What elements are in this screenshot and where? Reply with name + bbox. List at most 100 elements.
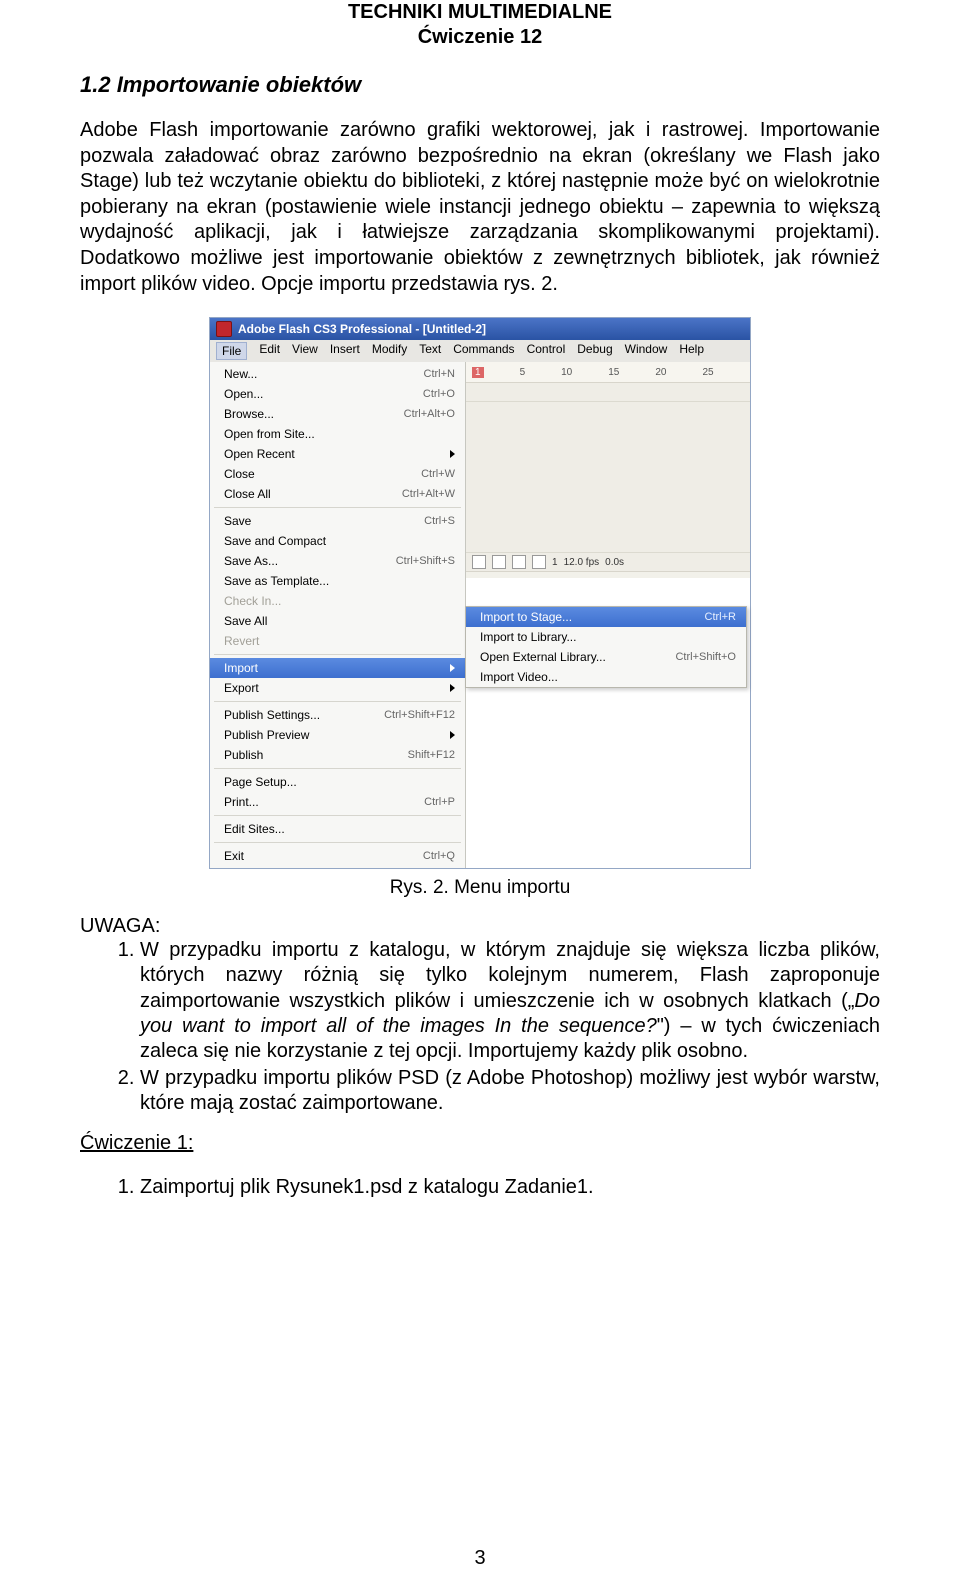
- menu-item-publish-preview[interactable]: Publish Preview: [210, 725, 465, 745]
- uwaga-item-1: W przypadku importu z katalogu, w którym…: [140, 938, 880, 1064]
- menu-item-label: New...: [224, 366, 424, 382]
- menu-debug[interactable]: Debug: [577, 342, 612, 360]
- menu-control[interactable]: Control: [527, 342, 566, 360]
- uwaga-label: UWAGA:: [80, 915, 880, 938]
- menu-item-edit-sites[interactable]: Edit Sites...: [210, 819, 465, 839]
- window-title: Adobe Flash CS3 Professional - [Untitled…: [238, 322, 486, 336]
- menu-item-print[interactable]: Print...Ctrl+P: [210, 792, 465, 812]
- fps: 12.0 fps: [564, 557, 600, 568]
- menu-item-save-as[interactable]: Save As...Ctrl+Shift+S: [210, 551, 465, 571]
- menu-item-label: Publish Settings...: [224, 707, 384, 723]
- menu-shortcut: Ctrl+P: [424, 794, 455, 810]
- submenu-item-label: Open External Library...: [480, 649, 675, 665]
- menu-item-publish-settings[interactable]: Publish Settings...Ctrl+Shift+F12: [210, 705, 465, 725]
- menu-separator: [214, 701, 461, 702]
- menu-separator: [214, 815, 461, 816]
- submenu-item-open-external-library[interactable]: Open External Library...Ctrl+Shift+O: [466, 647, 746, 667]
- paragraph-main: Adobe Flash importowanie zarówno grafiki…: [80, 118, 880, 297]
- timeline-icon: [492, 555, 506, 569]
- menu-insert[interactable]: Insert: [330, 342, 360, 360]
- menu-item-label: Revert: [224, 633, 455, 649]
- menu-shortcut: Ctrl+Alt+O: [404, 406, 455, 422]
- menu-item-label: Page Setup...: [224, 774, 455, 790]
- menu-separator: [214, 654, 461, 655]
- menu-modify[interactable]: Modify: [372, 342, 407, 360]
- submenu-item-label: Import Video...: [480, 669, 736, 685]
- menu-shortcut: Ctrl+Alt+W: [402, 486, 455, 502]
- menu-item-label: Open Recent: [224, 446, 444, 462]
- menu-item-label: Open from Site...: [224, 426, 455, 442]
- ruler-tick: 10: [561, 367, 572, 378]
- menu-item-label: Export: [224, 680, 444, 696]
- menu-item-label: Open...: [224, 386, 423, 402]
- current-frame: 1: [552, 557, 558, 568]
- menu-item-import[interactable]: Import: [210, 658, 465, 678]
- menu-separator: [214, 842, 461, 843]
- submenu-item-import-video[interactable]: Import Video...: [466, 667, 746, 687]
- menu-item-save-and-compact[interactable]: Save and Compact: [210, 531, 465, 551]
- onion-skin-icon: [512, 555, 526, 569]
- ruler-tick: 1: [472, 367, 484, 378]
- menu-item-save[interactable]: SaveCtrl+S: [210, 511, 465, 531]
- menu-item-open-from-site[interactable]: Open from Site...: [210, 424, 465, 444]
- ruler-tick: 15: [608, 367, 619, 378]
- menu-item-new[interactable]: New...Ctrl+N: [210, 364, 465, 384]
- menu-commands[interactable]: Commands: [453, 342, 514, 360]
- menu-window[interactable]: Window: [625, 342, 668, 360]
- menu-item-label: Import: [224, 660, 444, 676]
- stage-area: 1510152025 1 12.0 fps 0.0s: [466, 362, 750, 578]
- menu-text[interactable]: Text: [419, 342, 441, 360]
- chevron-right-icon: [450, 731, 455, 739]
- uwaga-list: W przypadku importu z katalogu, w którym…: [80, 938, 880, 1116]
- menu-separator: [214, 768, 461, 769]
- menu-item-label: Print...: [224, 794, 424, 810]
- exercise-item: Zaimportuj plik Rysunek1.psd z katalogu …: [140, 1175, 880, 1200]
- doc-header-line1: TECHNIKI MULTIMEDIALNE: [80, 0, 880, 25]
- menu-item-exit[interactable]: ExitCtrl+Q: [210, 846, 465, 866]
- menu-item-publish[interactable]: PublishShift+F12: [210, 745, 465, 765]
- menu-item-label: Close All: [224, 486, 402, 502]
- menu-shortcut: Ctrl+N: [424, 366, 455, 382]
- menu-item-open-recent[interactable]: Open Recent: [210, 444, 465, 464]
- menu-item-label: Check In...: [224, 593, 455, 609]
- submenu-item-label: Import to Stage...: [480, 609, 705, 625]
- page-number: 3: [0, 1547, 960, 1570]
- menu-shortcut: Shift+F12: [408, 747, 455, 763]
- onion-skin-icon: [532, 555, 546, 569]
- timeline-icon: [472, 555, 486, 569]
- menu-shortcut: Ctrl+S: [424, 513, 455, 529]
- menu-shortcut: Ctrl+Shift+S: [396, 553, 455, 569]
- menu-file[interactable]: File: [216, 342, 247, 360]
- import-submenu[interactable]: Import to Stage...Ctrl+RImport to Librar…: [465, 606, 747, 688]
- figure: Adobe Flash CS3 Professional - [Untitled…: [80, 317, 880, 869]
- menu-item-label: Save All: [224, 613, 455, 629]
- menu-item-check-in: Check In...: [210, 591, 465, 611]
- menu-view[interactable]: View: [292, 342, 318, 360]
- menu-item-save-all[interactable]: Save All: [210, 611, 465, 631]
- menu-item-browse[interactable]: Browse...Ctrl+Alt+O: [210, 404, 465, 424]
- timeline-info: 1 12.0 fps 0.0s: [466, 552, 750, 571]
- chevron-right-icon: [450, 664, 455, 672]
- doc-header-line2: Ćwiczenie 12: [80, 25, 880, 50]
- menu-item-label: Edit Sites...: [224, 821, 455, 837]
- menu-item-label: Exit: [224, 848, 423, 864]
- file-menu[interactable]: New...Ctrl+NOpen...Ctrl+OBrowse...Ctrl+A…: [210, 362, 466, 868]
- menu-item-open[interactable]: Open...Ctrl+O: [210, 384, 465, 404]
- menu-item-save-as-template[interactable]: Save as Template...: [210, 571, 465, 591]
- timeline-ruler: 1510152025: [466, 362, 750, 383]
- exercise-label: Ćwiczenie 1:: [80, 1132, 193, 1154]
- flash-icon: [216, 321, 232, 337]
- menu-help[interactable]: Help: [679, 342, 704, 360]
- submenu-item-import-to-stage[interactable]: Import to Stage...Ctrl+R: [466, 607, 746, 627]
- submenu-item-import-to-library[interactable]: Import to Library...: [466, 627, 746, 647]
- menu-item-close[interactable]: CloseCtrl+W: [210, 464, 465, 484]
- menu-shortcut: Ctrl+Shift+F12: [384, 707, 455, 723]
- menubar[interactable]: File Edit View Insert Modify Text Commands Cont…: [210, 340, 750, 362]
- menu-item-export[interactable]: Export: [210, 678, 465, 698]
- flash-window: Adobe Flash CS3 Professional - [Untitled…: [209, 317, 751, 869]
- menu-edit[interactable]: Edit: [259, 342, 280, 360]
- menu-item-label: Browse...: [224, 406, 404, 422]
- exercise-list: Zaimportuj plik Rysunek1.psd z katalogu …: [80, 1175, 880, 1200]
- menu-item-page-setup[interactable]: Page Setup...: [210, 772, 465, 792]
- menu-item-close-all[interactable]: Close AllCtrl+Alt+W: [210, 484, 465, 504]
